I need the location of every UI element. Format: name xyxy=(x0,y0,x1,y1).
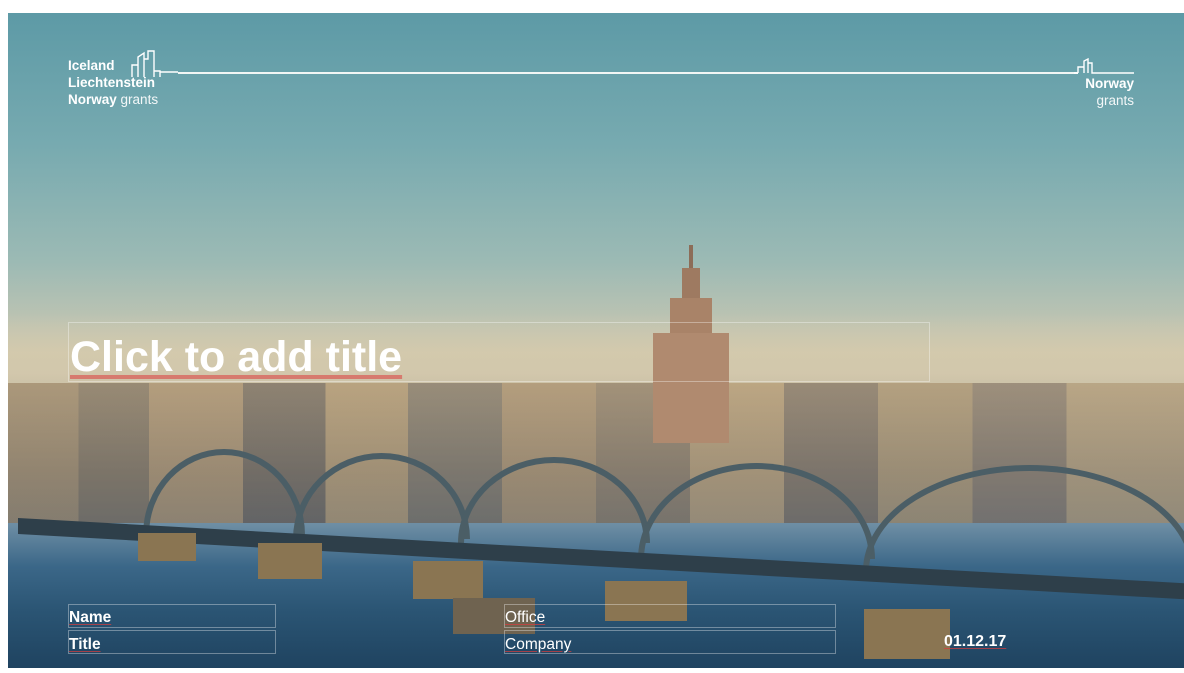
logo-right-grants: grants xyxy=(1096,93,1134,108)
office-placeholder-box[interactable] xyxy=(504,604,836,628)
office-field[interactable]: Office xyxy=(505,609,545,627)
header-rule xyxy=(178,72,1078,74)
company-field[interactable]: Company xyxy=(505,636,571,654)
bridge-pier xyxy=(413,561,483,599)
skyline-logo-icon xyxy=(131,50,178,77)
logo-right-norway: Norway xyxy=(1085,76,1134,91)
norway-grants-logo: Norway grants xyxy=(1085,75,1134,109)
norway-skyline-logo-icon xyxy=(1074,57,1134,74)
logo-grants: grants xyxy=(120,92,159,107)
bridge-pier xyxy=(138,533,196,561)
bridge-pier xyxy=(258,543,322,579)
date-field[interactable]: 01.12.17 xyxy=(944,633,1006,651)
bridge-pier xyxy=(864,609,950,659)
tower-top xyxy=(682,268,700,302)
logo-line-norway-grants: Norway grants xyxy=(68,91,158,108)
slide-canvas: Iceland Liechtenstein Norway grants Norw… xyxy=(8,13,1184,668)
logo-norway: Norway xyxy=(68,92,117,107)
title-field[interactable]: Title xyxy=(69,636,101,654)
name-field[interactable]: Name xyxy=(69,609,111,627)
slide-title-placeholder[interactable]: Click to add title xyxy=(70,333,402,382)
